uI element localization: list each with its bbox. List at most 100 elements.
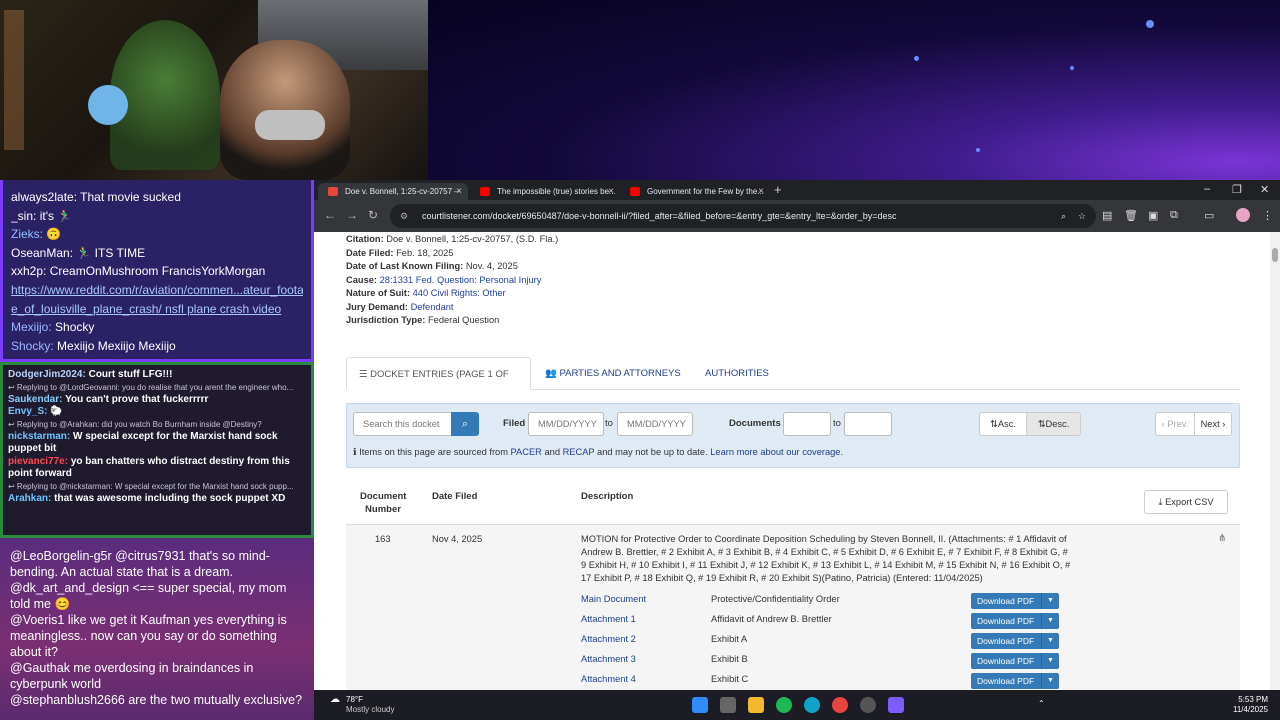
edge-icon[interactable] xyxy=(804,697,820,713)
document-icon[interactable]: ▤ xyxy=(1102,209,1112,222)
close-tab-icon[interactable]: × xyxy=(608,183,614,200)
chat-username[interactable]: xxh2p: xyxy=(11,264,46,278)
extension-1-icon[interactable]: ▣ xyxy=(1148,209,1158,222)
export-csv-button[interactable]: ⤓ Export CSV xyxy=(1144,490,1228,514)
extensions-icon[interactable]: ⧉ xyxy=(1170,209,1178,222)
browser-tab-youtube-2[interactable]: Government for the Few by the... × xyxy=(620,183,770,200)
reload-icon[interactable]: ↻ xyxy=(368,208,378,222)
list-icon: ☰ xyxy=(359,369,368,380)
chat-username[interactable]: nickstarman: xyxy=(8,431,70,442)
recap-link[interactable]: RECAP xyxy=(563,447,595,457)
tab-label: Doe v. Bonnell, 1:25-cv-20757 – xyxy=(345,187,459,196)
back-icon[interactable]: ← xyxy=(324,208,336,222)
clock-date[interactable]: 11/4/2025 xyxy=(1220,705,1268,714)
prev-page-button[interactable]: ‹ Prev. xyxy=(1155,412,1195,436)
sidepanel-icon[interactable]: ▭ xyxy=(1204,209,1214,222)
spotify-icon[interactable] xyxy=(776,697,792,713)
jurisdiction-row: Jurisdiction Type: Federal Question xyxy=(346,315,499,325)
tab-docket-entries[interactable]: ☰ DOCKET ENTRIES (PAGE 1 OF 2) xyxy=(346,357,531,413)
citation-row: Citation: Doe v. Bonnell, 1:25-cv-20757,… xyxy=(346,234,558,244)
caret-down-icon[interactable]: ▼ xyxy=(1041,613,1059,629)
forward-icon[interactable]: → xyxy=(346,208,358,222)
task-view-icon[interactable] xyxy=(720,697,736,713)
app-icon[interactable] xyxy=(888,697,904,713)
file-explorer-icon[interactable] xyxy=(748,697,764,713)
caret-down-icon[interactable]: ▼ xyxy=(1041,593,1059,609)
pacer-link[interactable]: PACER xyxy=(511,447,542,457)
weather-icon[interactable]: ☁ xyxy=(330,694,340,705)
jury-link[interactable]: Defendant xyxy=(411,302,454,312)
jurisdiction-value: Federal Question xyxy=(427,315,500,325)
chrome-icon[interactable] xyxy=(832,697,848,713)
trash-icon[interactable]: 🗑 xyxy=(1124,209,1138,222)
next-page-button[interactable]: Next › xyxy=(1194,412,1232,436)
minimize-icon[interactable]: – xyxy=(1204,183,1210,195)
attachment-link[interactable]: Main Document xyxy=(581,594,646,604)
download-pdf-button[interactable]: Download PDF ▼ xyxy=(971,673,1059,689)
chat-username[interactable]: always2late: xyxy=(11,190,77,204)
tab-label: The impossible (true) stories be... xyxy=(497,187,616,196)
chat-message: @dk_art_and_design <== super special, my… xyxy=(10,581,287,611)
docket-search-input[interactable]: Search this docket xyxy=(353,412,453,436)
chat-username[interactable]: OseanMan: xyxy=(11,246,73,260)
sort-asc-button[interactable]: ⇅Asc. xyxy=(979,412,1027,436)
chat-username[interactable]: Mexiijo: xyxy=(11,320,52,334)
bookmark-star-icon[interactable]: ☆ xyxy=(1078,204,1086,228)
tab-authorities[interactable]: AUTHORITIES xyxy=(693,357,781,390)
close-tab-icon[interactable]: × xyxy=(758,183,764,200)
tab-parties[interactable]: 👥 PARTIES AND ATTORNEYS xyxy=(533,357,693,390)
page-scrollbar[interactable] xyxy=(1270,232,1280,690)
weather-temp[interactable]: 78°F xyxy=(346,695,363,704)
web-page: Citation: Doe v. Bonnell, 1:25-cv-20757,… xyxy=(314,232,1280,690)
nature-link[interactable]: 440 Civil Rights: Other xyxy=(413,288,506,298)
attachment-link[interactable]: Attachment 4 xyxy=(581,674,636,684)
address-bar[interactable]: ⚙ courtlistener.com/docket/69650487/doe-… xyxy=(390,204,1096,228)
download-pdf-button[interactable]: Download PDF ▼ xyxy=(971,593,1059,609)
chevron-up-icon[interactable]: ⌃ xyxy=(1038,699,1045,708)
search-button[interactable]: ⌕ xyxy=(451,412,479,436)
chat-username[interactable]: Arahkan: xyxy=(8,493,51,504)
filed-after-input[interactable]: MM/DD/YYYY xyxy=(528,412,604,436)
cause-link[interactable]: 28:1331 Fed. Question: Personal Injury xyxy=(380,275,542,285)
chat-username[interactable]: _sin: xyxy=(11,209,36,223)
new-tab-icon[interactable]: + xyxy=(774,182,782,197)
entry-lte-input[interactable] xyxy=(844,412,892,436)
filed-before-input[interactable]: MM/DD/YYYY xyxy=(617,412,693,436)
download-pdf-button[interactable]: Download PDF ▼ xyxy=(971,633,1059,649)
chat-message: Mexiijo: Shocky xyxy=(11,318,303,337)
chat-username[interactable]: pievanci77e: xyxy=(8,456,68,467)
chat-text[interactable]: e_of_louisville_plane_crash/ nsfl plane … xyxy=(11,302,281,316)
chat-username[interactable]: DodgerJim2024: xyxy=(8,369,86,380)
chat-username[interactable]: Envy_S: xyxy=(8,406,47,417)
chat-username[interactable]: Shocky: xyxy=(11,339,54,353)
chat-text[interactable]: https://www.reddit.com/r/aviation/commen… xyxy=(11,283,303,297)
profile-avatar[interactable] xyxy=(1236,208,1250,222)
close-window-icon[interactable]: ✕ xyxy=(1260,183,1269,196)
attachment-link[interactable]: Attachment 1 xyxy=(581,614,636,624)
download-pdf-button[interactable]: Download PDF ▼ xyxy=(971,613,1059,629)
start-icon[interactable] xyxy=(692,697,708,713)
scrollbar-thumb[interactable] xyxy=(1272,248,1278,262)
chat-username[interactable]: Saukendar: xyxy=(8,394,62,405)
download-pdf-button[interactable]: Download PDF ▼ xyxy=(971,653,1059,669)
browser-tab-docket[interactable]: Doe v. Bonnell, 1:25-cv-20757 – × xyxy=(318,183,468,200)
learn-more-link[interactable]: Learn more about our coverage. xyxy=(710,447,843,457)
attachment-link[interactable]: Attachment 2 xyxy=(581,634,636,644)
obs-icon[interactable] xyxy=(860,697,876,713)
attachment-link[interactable]: Attachment 3 xyxy=(581,654,636,664)
menu-icon[interactable]: ⋮ xyxy=(1262,209,1273,222)
zoom-icon[interactable]: ⌕ xyxy=(1061,204,1066,228)
maximize-icon[interactable]: ❐ xyxy=(1232,183,1242,196)
entry-gte-input[interactable] xyxy=(783,412,831,436)
share-icon[interactable]: ⋔ xyxy=(1218,533,1226,544)
clock-time[interactable]: 5:53 PM xyxy=(1220,695,1268,704)
caret-down-icon[interactable]: ▼ xyxy=(1041,673,1059,689)
caret-down-icon[interactable]: ▼ xyxy=(1041,653,1059,669)
sort-desc-button[interactable]: ⇅Desc. xyxy=(1026,412,1081,436)
site-info-icon[interactable]: ⚙ xyxy=(400,204,408,228)
close-tab-icon[interactable]: × xyxy=(456,183,462,200)
chat-username[interactable]: Zieks: xyxy=(11,227,43,241)
caret-down-icon[interactable]: ▼ xyxy=(1041,633,1059,649)
attachment-desc: Protective/Confidentiality Order xyxy=(711,594,840,604)
browser-tab-youtube-1[interactable]: The impossible (true) stories be... × xyxy=(470,183,620,200)
